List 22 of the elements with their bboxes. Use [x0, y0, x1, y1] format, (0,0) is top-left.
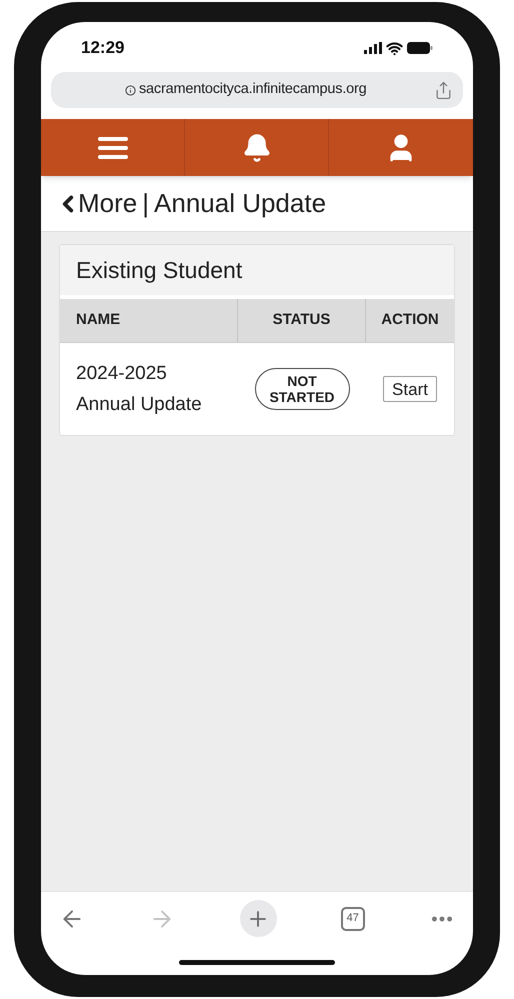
- battery-icon: [407, 42, 433, 54]
- menu-icon[interactable]: [98, 136, 128, 160]
- start-button[interactable]: Start: [383, 376, 437, 402]
- column-header: NAME: [76, 310, 120, 330]
- url-text: sacramentocityca.infinitecampus.org: [139, 80, 368, 100]
- info-icon: [125, 84, 136, 96]
- back-link[interactable]: More: [55, 184, 138, 223]
- column-header: ACTION: [381, 310, 439, 330]
- wifi-icon: [386, 40, 403, 56]
- status-time: 12:29: [81, 37, 124, 60]
- share-icon[interactable]: [434, 80, 453, 100]
- table-cell-text: 2024-2025 Annual Update: [75, 362, 203, 417]
- tab-count-button[interactable]: 47: [340, 906, 365, 930]
- signal-icon: [364, 42, 382, 54]
- column-header: STATUS: [272, 310, 330, 330]
- new-tab-button[interactable]: [240, 900, 276, 937]
- card-title: Existing Student: [76, 256, 242, 285]
- bell-icon[interactable]: [242, 132, 272, 162]
- status-pill: NOT STARTED: [254, 368, 350, 410]
- page-title: Annual Update: [154, 187, 326, 220]
- title-separator: |: [142, 187, 150, 220]
- url-bar[interactable]: sacramentocityca.infinitecampus.org: [51, 72, 463, 108]
